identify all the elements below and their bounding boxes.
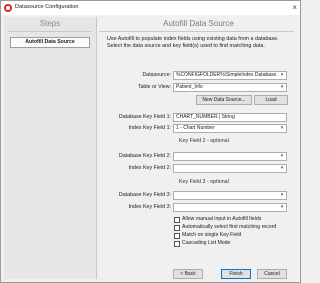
- datasource-configuration-window: Datasource Configuration × Steps Autofil…: [0, 0, 301, 283]
- chevron-down-icon: ▾: [280, 165, 284, 171]
- db-key-field-2-label: Database Key Field 2:: [118, 153, 171, 159]
- chevron-down-icon: ▾: [280, 153, 284, 159]
- db-key-field-1-input[interactable]: CHART_NUMBER | String: [173, 113, 287, 122]
- main-pane: Autofill Data Source Use Autofill to pop…: [99, 17, 298, 279]
- cascading-list-mode-label: Cascading List Mode: [182, 240, 231, 246]
- page-title: Autofill Data Source: [163, 19, 234, 28]
- index-key-field-3-select[interactable]: ▾: [173, 203, 287, 212]
- match-single-key-label: Match on single Key Field: [182, 232, 242, 238]
- chevron-down-icon: ▾: [280, 204, 284, 210]
- chevron-down-icon: ▾: [280, 84, 284, 90]
- app-logo-icon: [4, 4, 12, 12]
- table-label: Table or View:: [137, 84, 171, 90]
- db-key-field-1-label: Database Key Field 1:: [118, 114, 171, 120]
- steps-header: Steps: [39, 19, 61, 28]
- steps-pane: Steps Autofill Data Source: [4, 17, 97, 279]
- new-data-source-button[interactable]: New Data Source...: [196, 95, 252, 105]
- db-key-field-3-label: Database Key Field 3:: [118, 192, 171, 198]
- table-select[interactable]: Patient_Info ▾: [173, 83, 287, 92]
- header-divider: [99, 31, 294, 32]
- auto-select-first-label: Automatically select first matching reco…: [182, 224, 277, 230]
- checkbox-box[interactable]: [174, 241, 180, 247]
- back-button[interactable]: < Back: [173, 269, 203, 279]
- allow-manual-input-label: Allow manual input in Autofill fields: [182, 216, 262, 222]
- step-autofill-data-source[interactable]: Autofill Data Source: [10, 37, 90, 48]
- intro-text: Use Autofill to populate index fields us…: [107, 36, 279, 49]
- datasource-select[interactable]: %CONFIGFOLDER%\SimpleIndex Database. ▾: [173, 71, 287, 80]
- finish-button[interactable]: Finish: [221, 269, 251, 279]
- index-key-field-1-select[interactable]: 1 - Chart Number ▾: [173, 124, 287, 133]
- index-key-field-2-select[interactable]: ▾: [173, 164, 287, 173]
- chevron-down-icon: ▾: [280, 125, 284, 131]
- load-button[interactable]: Load: [254, 95, 288, 105]
- chevron-down-icon: ▾: [280, 192, 284, 198]
- window-title: Datasource Configuration: [15, 4, 79, 10]
- index-key-field-3-label: Index Key Field 3:: [128, 204, 171, 210]
- table-value: Patient_Info: [176, 84, 203, 90]
- db-key-field-3-select[interactable]: ▾: [173, 191, 287, 200]
- chevron-down-icon: ▾: [280, 72, 284, 78]
- checkbox-box[interactable]: [174, 217, 180, 223]
- title-bar: Datasource Configuration ×: [1, 1, 300, 15]
- checkbox-box[interactable]: [174, 233, 180, 239]
- checkbox-box[interactable]: [174, 225, 180, 231]
- steps-divider: [8, 31, 92, 32]
- close-button[interactable]: ×: [292, 2, 297, 14]
- index-key-field-1-label: Index Key Field 1:: [128, 125, 171, 131]
- db-key-field-2-select[interactable]: ▾: [173, 152, 287, 161]
- key-field-2-title: Key Field 2 - optional: [179, 138, 229, 144]
- datasource-label: Datasource:: [142, 72, 171, 78]
- index-key-field-2-label: Index Key Field 2:: [128, 165, 171, 171]
- key-field-3-title: Key Field 3 - optional: [179, 179, 229, 185]
- datasource-value: %CONFIGFOLDER%\SimpleIndex Database.: [176, 72, 278, 78]
- index-key-field-1-value: 1 - Chart Number: [176, 125, 215, 131]
- cancel-button[interactable]: Cancel: [257, 269, 287, 279]
